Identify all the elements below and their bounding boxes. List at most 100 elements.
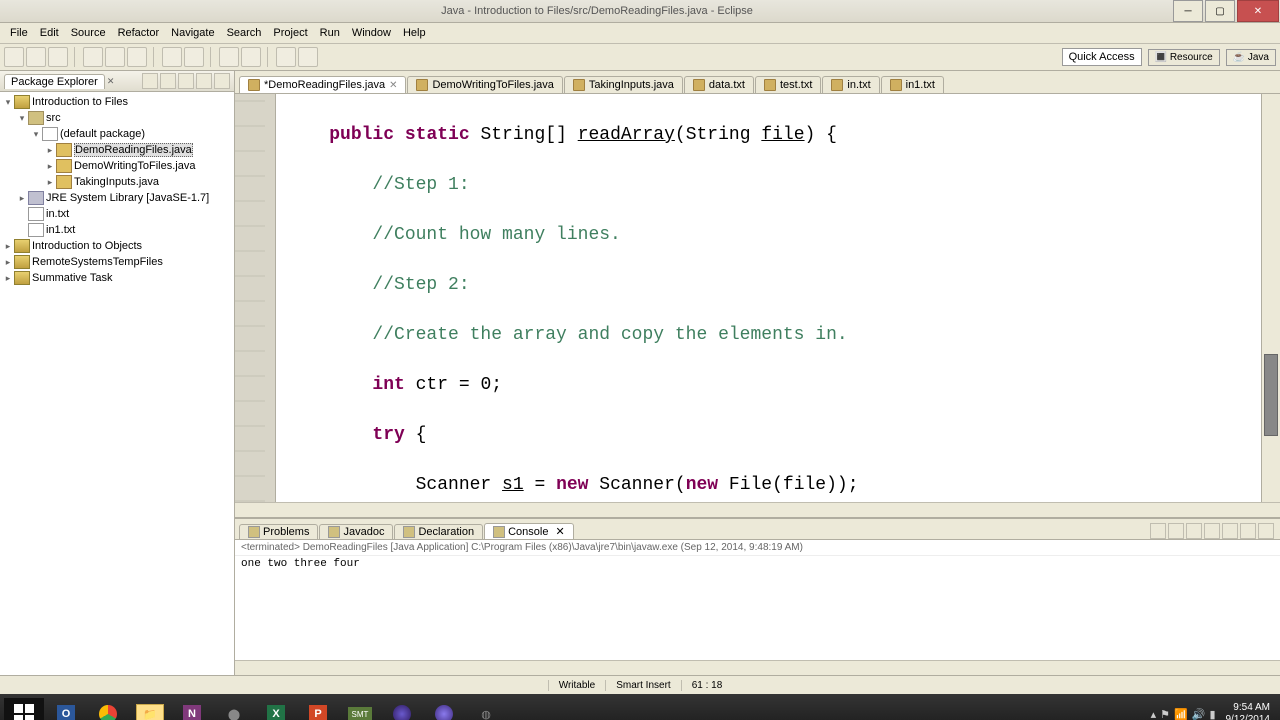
menu-run[interactable]: Run (314, 25, 346, 41)
code-area[interactable]: public static String[] readArray(String … (276, 94, 1261, 502)
file-icon (573, 79, 585, 91)
toolbar-new-icon[interactable] (4, 47, 24, 67)
tree-node[interactable]: ▾(default package) (2, 126, 232, 142)
tree-node[interactable]: ▾Introduction to Files (2, 94, 232, 110)
horizontal-scrollbar[interactable] (235, 502, 1280, 517)
toolbar-run-icon[interactable] (105, 47, 125, 67)
toolbar-runlast-icon[interactable] (127, 47, 147, 67)
console-pin-icon[interactable] (1168, 523, 1184, 539)
close-button[interactable]: ✕ (1237, 0, 1279, 22)
toolbar-back-icon[interactable] (276, 47, 296, 67)
package-explorer-header: Package Explorer ✕ (0, 71, 234, 92)
taskbar-outlook-icon[interactable]: O (46, 697, 86, 720)
network-icon[interactable]: 📶 (1174, 708, 1188, 720)
package-explorer-tab[interactable]: Package Explorer (4, 74, 105, 89)
editor-tab[interactable]: TakingInputs.java (564, 76, 683, 93)
quick-access-input[interactable]: Quick Access (1062, 48, 1142, 66)
perspective-java[interactable]: ☕ Java (1226, 49, 1276, 66)
menu-window[interactable]: Window (346, 25, 397, 41)
taskbar-powerpoint-icon[interactable]: P (298, 697, 338, 720)
toolbar-newpkg-icon[interactable] (162, 47, 182, 67)
tree-node[interactable]: ▸TakingInputs.java (2, 174, 232, 190)
taskbar-chrome-icon[interactable] (88, 697, 128, 720)
taskbar-onenote-icon[interactable]: N (172, 697, 212, 720)
tray-up-icon[interactable]: ▴ (1151, 708, 1157, 720)
taskbar-smart-icon[interactable]: SMT (340, 697, 380, 720)
console-scrollbar[interactable] (235, 660, 1280, 675)
menu-source[interactable]: Source (65, 25, 112, 41)
tree-node[interactable]: ▸Introduction to Objects (2, 238, 232, 254)
toolbar-tasks-icon[interactable] (241, 47, 261, 67)
battery-icon[interactable]: ▮ (1209, 708, 1215, 720)
menu-navigate[interactable]: Navigate (165, 25, 220, 41)
editor-tab[interactable]: data.txt (684, 76, 754, 93)
toolbar-fwd-icon[interactable] (298, 47, 318, 67)
console-scroll-lock-icon[interactable] (1186, 523, 1202, 539)
flag-icon[interactable]: ⚑ (1160, 708, 1170, 720)
tab-declaration[interactable]: Declaration (394, 524, 483, 539)
volume-icon[interactable]: 🔊 (1192, 708, 1206, 720)
console-output[interactable]: one two three four (235, 556, 1280, 660)
main-toolbar: Quick Access 🔳 Resource ☕ Java (0, 44, 1280, 71)
file-icon (248, 79, 260, 91)
perspective-resource[interactable]: 🔳 Resource (1148, 49, 1220, 66)
toolbar-debug-icon[interactable] (83, 47, 103, 67)
menu-search[interactable]: Search (221, 25, 268, 41)
editor-tab[interactable]: DemoWritingToFiles.java (407, 76, 562, 93)
editor-tab[interactable]: test.txt (755, 76, 821, 93)
close-icon[interactable]: ✕ (389, 80, 397, 91)
taskbar-eclipse2-icon[interactable] (424, 697, 464, 720)
editor-tab[interactable]: *DemoReadingFiles.java✕ (239, 76, 406, 93)
toolbar-newclass-icon[interactable] (184, 47, 204, 67)
toolbar-search-icon[interactable] (219, 47, 239, 67)
editor-tab[interactable]: in1.txt (881, 76, 944, 93)
tree-node[interactable]: ▸DemoWritingToFiles.java (2, 158, 232, 174)
minimize-view-icon[interactable] (196, 73, 212, 89)
tab-problems[interactable]: Problems (239, 524, 318, 539)
package-explorer-tree[interactable]: ▾Introduction to Files▾src▾(default pack… (0, 92, 234, 675)
taskbar-eclipse-icon[interactable] (382, 697, 422, 720)
taskbar-explorer-icon[interactable]: 📁 (130, 697, 170, 720)
taskbar-app2-icon[interactable]: ◍ (466, 697, 506, 720)
view-menu-icon[interactable] (178, 73, 194, 89)
maximize-view-icon[interactable] (214, 73, 230, 89)
menu-bar: File Edit Source Refactor Navigate Searc… (0, 23, 1280, 44)
collapse-all-icon[interactable] (142, 73, 158, 89)
system-tray[interactable]: ▴⚑ 📶 🔊▮ 9:54 AM 9/12/2014 (1151, 702, 1276, 720)
minimize-view-icon[interactable] (1240, 523, 1256, 539)
menu-refactor[interactable]: Refactor (112, 25, 166, 41)
start-button[interactable] (4, 698, 44, 720)
console-clear-icon[interactable] (1150, 523, 1166, 539)
editor-tab[interactable]: in.txt (822, 76, 879, 93)
code-editor[interactable]: public static String[] readArray(String … (235, 94, 1280, 502)
tree-node[interactable]: ▸DemoReadingFiles.java (2, 142, 232, 158)
console-display-icon[interactable] (1204, 523, 1220, 539)
tray-icons[interactable]: ▴⚑ 📶 🔊▮ (1151, 708, 1216, 720)
taskbar-excel-icon[interactable]: X (256, 697, 296, 720)
minimize-button[interactable]: ─ (1173, 0, 1203, 22)
taskbar-clock[interactable]: 9:54 AM 9/12/2014 (1226, 702, 1271, 720)
toolbar-save-icon[interactable] (26, 47, 46, 67)
menu-help[interactable]: Help (397, 25, 432, 41)
menu-file[interactable]: File (4, 25, 34, 41)
close-icon[interactable]: ✕ (107, 76, 115, 87)
tree-node[interactable]: ▸Summative Task (2, 270, 232, 286)
menu-project[interactable]: Project (267, 25, 313, 41)
taskbar-app-icon[interactable]: ⬤ (214, 697, 254, 720)
maximize-view-icon[interactable] (1258, 523, 1274, 539)
tab-console[interactable]: Console✕ (484, 523, 574, 539)
close-icon[interactable]: ✕ (555, 525, 564, 538)
tree-node[interactable]: in1.txt (2, 222, 232, 238)
tab-javadoc[interactable]: Javadoc (319, 524, 393, 539)
tree-node[interactable]: ▸JRE System Library [JavaSE-1.7] (2, 190, 232, 206)
overview-ruler[interactable] (1261, 94, 1280, 502)
scrollbar-thumb[interactable] (1264, 354, 1278, 436)
console-open-icon[interactable] (1222, 523, 1238, 539)
tree-node[interactable]: ▾src (2, 110, 232, 126)
link-editor-icon[interactable] (160, 73, 176, 89)
toolbar-saveall-icon[interactable] (48, 47, 68, 67)
tree-node[interactable]: ▸RemoteSystemsTempFiles (2, 254, 232, 270)
menu-edit[interactable]: Edit (34, 25, 65, 41)
maximize-button[interactable]: ▢ (1205, 0, 1235, 22)
tree-node[interactable]: in.txt (2, 206, 232, 222)
